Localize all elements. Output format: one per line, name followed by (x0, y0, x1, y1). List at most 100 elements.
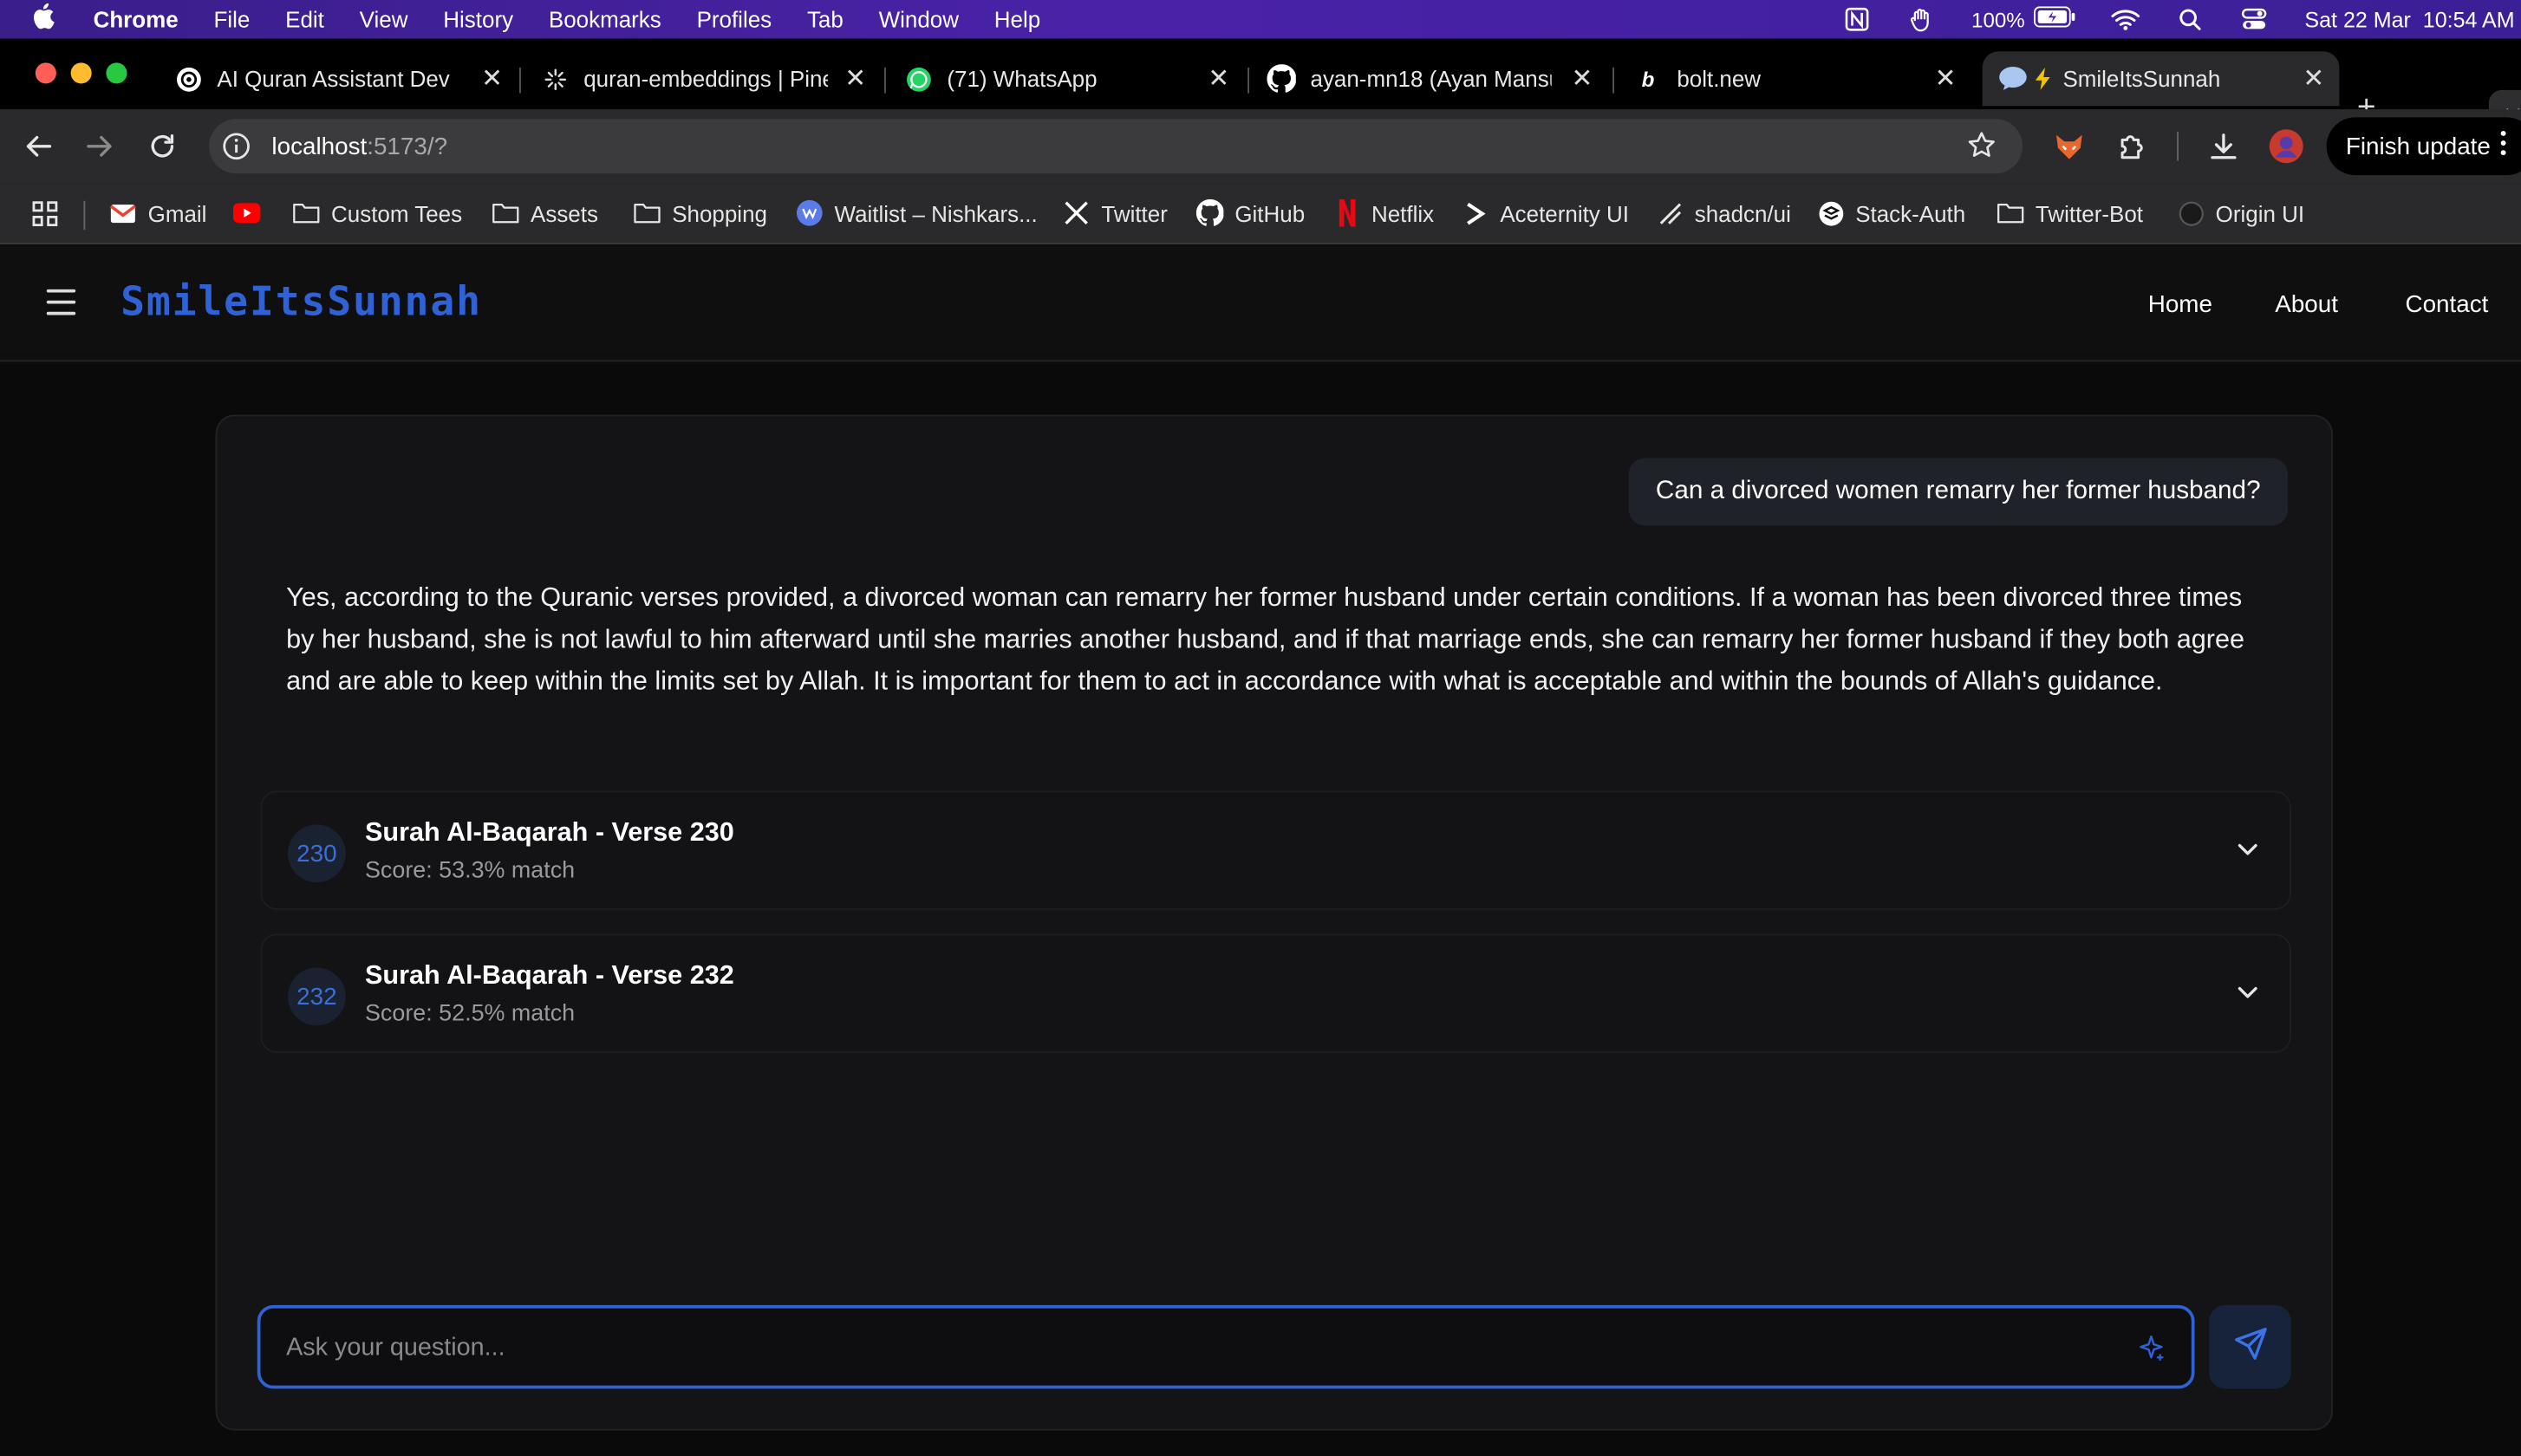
close-tab-icon[interactable]: ✕ (1569, 62, 1595, 94)
close-tab-icon[interactable]: ✕ (1932, 62, 1958, 94)
tab-github-profile[interactable]: ayan-mn18 (Ayan Mansuri) ✕ (1267, 51, 1607, 106)
tab-title: SmileItsSunnah (2062, 66, 2221, 92)
maximize-window-button[interactable] (106, 62, 127, 84)
hand-icon[interactable] (1907, 8, 1936, 32)
chevron-down-icon[interactable] (2235, 978, 2261, 1004)
minimize-window-button[interactable] (70, 62, 92, 84)
download-icon[interactable] (2206, 128, 2242, 164)
bolt-icon: b (1641, 66, 1655, 91)
bookmark-star-icon[interactable] (1966, 130, 1997, 169)
bookmark-label: GitHub (1234, 199, 1306, 226)
finish-update-button[interactable]: Finish update (2326, 117, 2521, 176)
apple-icon[interactable] (32, 2, 64, 36)
browser-tab-bar: AI Quran Assistant Dev ✕ quran-embedding… (0, 38, 2521, 135)
bookmark-waitlist[interactable]: Waitlist – Nishkars... (796, 199, 1038, 227)
bookmark-twitter[interactable]: Twitter (1063, 199, 1168, 227)
github-icon (1195, 198, 1224, 227)
menu-edit[interactable]: Edit (285, 6, 324, 32)
menu-bookmarks[interactable]: Bookmarks (549, 6, 661, 32)
tab-title: quran-embeddings | Pinecone (583, 66, 828, 92)
menu-help[interactable]: Help (994, 6, 1040, 32)
control-center-icon[interactable] (2240, 8, 2269, 30)
reload-icon[interactable] (145, 128, 180, 164)
url-path: :5173/? (367, 133, 448, 160)
menu-tab[interactable]: Tab (807, 6, 844, 32)
site-info-icon[interactable] (220, 130, 252, 162)
tab-separator (519, 67, 521, 94)
battery-icon[interactable] (2034, 6, 2076, 32)
bookmark-assets[interactable]: Assets (492, 199, 598, 227)
sparkle-icon (2137, 1334, 2166, 1362)
extensions-puzzle-icon[interactable] (2114, 128, 2150, 164)
bookmark-label: Stack-Auth (1855, 199, 1966, 226)
menu-window[interactable]: Window (879, 6, 959, 32)
shadcn-icon (1656, 199, 1684, 227)
bookmark-netflix[interactable]: Netflix (1332, 198, 1434, 227)
tab-title: (71) WhatsApp (947, 66, 1098, 92)
send-button[interactable] (2209, 1304, 2291, 1389)
hamburger-menu-icon[interactable] (46, 289, 76, 315)
bookmark-github[interactable]: GitHub (1195, 198, 1306, 227)
forward-icon[interactable] (82, 128, 118, 164)
nav-home[interactable]: Home (2148, 291, 2212, 319)
chevron-down-icon[interactable] (2235, 835, 2261, 861)
verse-number-badge: 232 (287, 967, 346, 1026)
verse-title: Surah Al-Baqarah - Verse 232 (364, 961, 734, 991)
close-tab-icon[interactable]: ✕ (2301, 62, 2327, 94)
menu-history[interactable]: History (443, 6, 513, 32)
verse-card[interactable]: 232 Surah Al-Baqarah - Verse 232 Score: … (260, 933, 2291, 1053)
menu-file[interactable]: File (213, 6, 250, 32)
whatsapp-icon (903, 64, 932, 93)
verse-card[interactable]: 230 Surah Al-Baqarah - Verse 230 Score: … (260, 790, 2291, 910)
bookmark-twitter-bot[interactable]: Twitter-Bot (1997, 199, 2143, 227)
tab-smileitssunnah[interactable]: SmileItsSunnah ✕ (1982, 51, 2340, 107)
brand-logo[interactable]: SmileItsSunnah (121, 278, 482, 325)
url-host: localhost (271, 133, 368, 160)
tab-quran-embeddings[interactable]: quran-embeddings | Pinecone ✕ (540, 51, 881, 106)
address-bar[interactable]: localhost:5173/? (209, 119, 2023, 174)
tab-whatsapp[interactable]: (71) WhatsApp ✕ (903, 51, 1244, 106)
close-window-button[interactable] (35, 62, 56, 84)
url-text[interactable]: localhost:5173/? (271, 133, 447, 160)
assistant-answer: Yes, according to the Quranic verses pro… (286, 583, 2245, 697)
apps-grid-icon[interactable] (30, 199, 59, 228)
bookmark-aceternity[interactable]: Aceternity UI (1462, 199, 1629, 227)
nav-contact[interactable]: Contact (2405, 291, 2488, 319)
tab-ai-quran-assistant[interactable]: AI Quran Assistant Dev ✕ (173, 51, 518, 106)
openai-icon (173, 64, 202, 93)
bookmark-label: Assets (531, 199, 598, 226)
extension-fox-icon[interactable] (2051, 128, 2087, 164)
tab-bolt[interactable]: b bolt.new ✕ (1633, 51, 1971, 106)
bookmark-custom-tees[interactable]: Custom Tees (293, 199, 462, 227)
bookmark-youtube[interactable] (232, 199, 272, 227)
tab-separator (884, 67, 886, 94)
question-input[interactable] (286, 1327, 2120, 1370)
menu-profiles[interactable]: Profiles (697, 6, 772, 32)
clock[interactable]: Sat 22 Mar 10:54 AM (2304, 7, 2514, 31)
close-tab-icon[interactable]: ✕ (479, 62, 505, 94)
github-icon (1267, 64, 1296, 93)
bookmark-label: shadcn/ui (1694, 199, 1791, 226)
notion-icon[interactable] (1843, 7, 1872, 31)
netflix-icon (1332, 198, 1360, 227)
bookmark-stack-auth[interactable]: Stack-Auth (1817, 199, 1966, 227)
bookmarks-divider (83, 200, 86, 231)
close-tab-icon[interactable]: ✕ (843, 62, 869, 94)
chat-bubble-icon (1998, 64, 2027, 93)
nav-about[interactable]: About (2275, 291, 2338, 319)
bookmark-label: Twitter (1101, 199, 1168, 226)
menu-view[interactable]: View (360, 6, 408, 32)
wifi-icon[interactable] (2112, 8, 2140, 30)
more-vert-icon[interactable] (2500, 130, 2506, 162)
menu-app-name[interactable]: Chrome (94, 6, 179, 32)
bookmark-gmail[interactable]: Gmail (109, 199, 206, 227)
bookmark-shadcn[interactable]: shadcn/ui (1656, 199, 1791, 227)
folder-icon (1997, 199, 2024, 227)
profile-avatar[interactable] (2269, 128, 2304, 164)
bookmark-origin-ui[interactable]: Origin UI (2177, 199, 2304, 227)
search-icon[interactable] (2176, 8, 2205, 30)
close-tab-icon[interactable]: ✕ (1206, 62, 1232, 94)
tab-title: ayan-mn18 (Ayan Mansuri) (1310, 66, 1551, 92)
back-icon[interactable] (21, 128, 56, 164)
bookmark-shopping[interactable]: Shopping (634, 199, 767, 227)
